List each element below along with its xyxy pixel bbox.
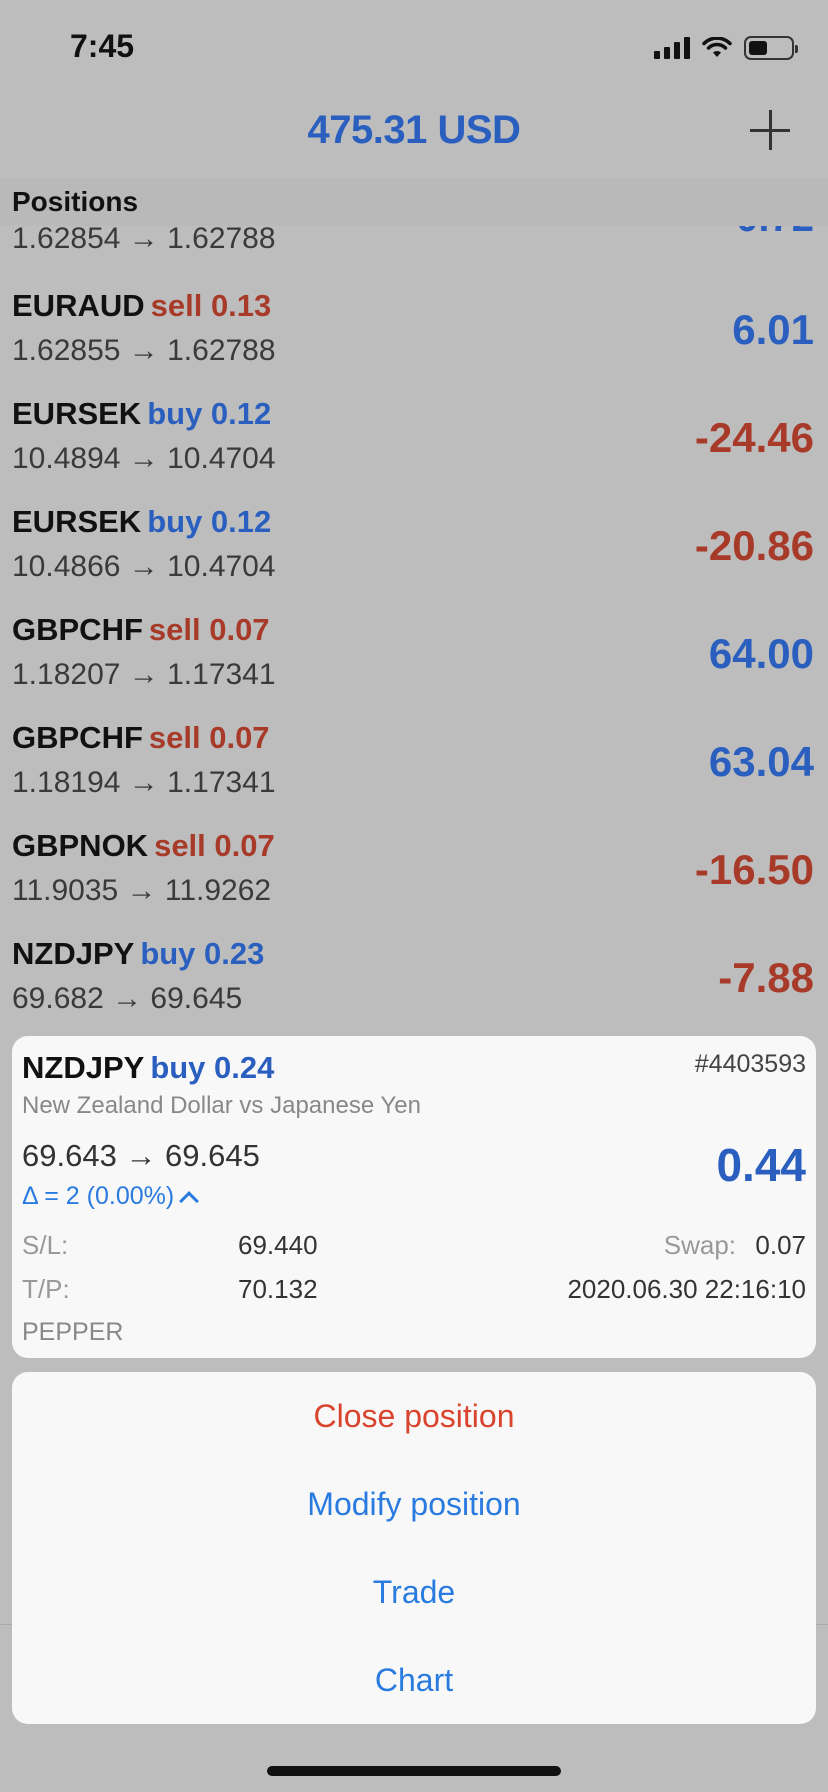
- row-side: sell 0.13: [150, 288, 272, 323]
- row-prices: 11.9035 → 11.9262: [12, 874, 272, 907]
- cellular-signal-icon: [654, 37, 690, 59]
- card-symbol: NZDJPY: [22, 1050, 145, 1085]
- position-row[interactable]: GBPCHF sell 0.07 1.18207 → 1.17341 64.00: [0, 612, 828, 720]
- price-delta[interactable]: Δ = 2 (0.00%): [22, 1182, 200, 1211]
- position-row[interactable]: EURAUD sell 0.13 1.62855 → 1.62788 6.01: [0, 288, 828, 396]
- position-row[interactable]: EURSEK buy 0.12 10.4894 → 10.4704 -24.46: [0, 396, 828, 504]
- sl-value: 69.440: [238, 1230, 318, 1260]
- row-symbol: NZDJPY: [12, 936, 135, 971]
- close-position-button[interactable]: Close position: [12, 1372, 816, 1460]
- chart-button[interactable]: Chart: [12, 1636, 816, 1724]
- row-profit: 63.04: [708, 738, 814, 785]
- action-sheet: Close position Modify position Trade Cha…: [12, 1372, 816, 1724]
- status-time: 7:45: [70, 28, 135, 64]
- card-profit: 0.44: [716, 1139, 806, 1191]
- open-datetime: 2020.06.30 22:16:10: [567, 1274, 806, 1304]
- tp-value: 70.132: [238, 1274, 318, 1304]
- positions-section-header: Positions: [0, 178, 828, 226]
- row-side: buy 0.12: [147, 396, 272, 431]
- row-side: buy 0.23: [140, 936, 265, 971]
- row-prices: 1.18207 → 1.17341: [12, 658, 276, 691]
- row-prices: 10.4894 → 10.4704: [12, 442, 276, 475]
- home-indicator[interactable]: [267, 1766, 561, 1776]
- row-side: buy 0.12: [147, 504, 272, 539]
- row-symbol: EURAUD: [12, 288, 145, 323]
- position-row[interactable]: GBPNOK sell 0.07 11.9035 → 11.9262 -16.50: [0, 828, 828, 936]
- row-profit: 6.01: [732, 306, 814, 353]
- status-bar: 7:45: [0, 0, 828, 100]
- chevron-up-icon: [179, 1190, 200, 1211]
- row-profit: -24.46: [694, 414, 814, 461]
- position-detail-card: NZDJPY buy 0.24 #4403593 New Zealand Doll…: [12, 1036, 816, 1358]
- position-row[interactable]: NZDJPY buy 0.23 69.682 → 69.645 -7.88: [0, 936, 828, 1044]
- row-profit: -16.50: [694, 846, 814, 893]
- symbol-description: New Zealand Dollar vs Japanese Yen: [22, 1092, 421, 1119]
- position-row[interactable]: EURSEK buy 0.12 10.4866 → 10.4704 -20.86: [0, 504, 828, 612]
- status-icons: [654, 36, 798, 60]
- tp-label: T/P:: [22, 1274, 70, 1304]
- battery-icon: [744, 36, 798, 60]
- row-prices: 1.18194 → 1.17341: [12, 766, 276, 799]
- row-side: sell 0.07: [154, 828, 275, 863]
- row-prices: 10.4866 → 10.4704: [12, 550, 276, 583]
- trade-button[interactable]: Trade: [12, 1548, 816, 1636]
- card-prices: 69.643 → 69.645: [22, 1138, 260, 1173]
- account-balance: 475.31 USD: [307, 108, 521, 152]
- modify-position-button[interactable]: Modify position: [12, 1460, 816, 1548]
- row-profit: -7.88: [718, 954, 814, 1001]
- row-symbol: EURSEK: [12, 504, 142, 539]
- swap-label: Swap:: [663, 1230, 736, 1260]
- swap-value: 0.07: [755, 1230, 806, 1260]
- row-symbol: GBPNOK: [12, 828, 149, 863]
- row-symbol: EURSEK: [12, 396, 142, 431]
- row-prices: 69.682 → 69.645: [12, 982, 243, 1015]
- sl-label: S/L:: [22, 1230, 69, 1260]
- row-profit: -20.86: [694, 522, 814, 569]
- card-side: buy 0.24: [150, 1050, 275, 1085]
- partial-row-prices: 1.62854 → 1.62788: [12, 222, 276, 255]
- row-prices: 1.62855 → 1.62788: [12, 334, 276, 367]
- positions-title: Positions: [12, 186, 139, 217]
- broker-name: PEPPER: [22, 1318, 124, 1346]
- delta-text: Δ = 2 (0.00%): [22, 1182, 175, 1210]
- add-icon[interactable]: [750, 110, 790, 150]
- row-side: sell 0.07: [148, 612, 270, 647]
- row-symbol: GBPCHF: [12, 612, 143, 647]
- wifi-icon: [702, 37, 732, 57]
- row-side: sell 0.07: [148, 720, 270, 755]
- row-profit: 64.00: [708, 630, 814, 677]
- ticket-number: #4403593: [694, 1050, 806, 1078]
- row-symbol: GBPCHF: [12, 720, 143, 755]
- position-row[interactable]: GBPCHF sell 0.07 1.18194 → 1.17341 63.04: [0, 720, 828, 828]
- header: 475.31 USD: [0, 100, 828, 178]
